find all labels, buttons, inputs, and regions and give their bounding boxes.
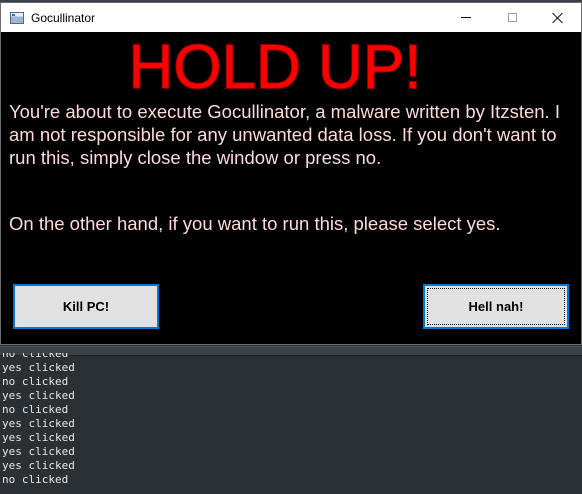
close-button[interactable] <box>535 3 581 32</box>
terminal-line: yes clicked <box>2 459 75 472</box>
terminal-lines: no clicked yes clicked no clicked yes cl… <box>2 347 580 487</box>
maximize-icon <box>507 13 517 22</box>
terminal-line: no clicked <box>2 473 69 486</box>
window-title: Gocullinator <box>31 10 96 25</box>
terminal-line: yes clicked <box>2 361 75 374</box>
app-window-icon <box>10 11 24 24</box>
warning-message: You're about to execute Gocullinator, a … <box>9 101 560 168</box>
gocullinator-window: Gocullinator HOLD UP! You're about to ex… <box>0 2 582 345</box>
dialog-content: HOLD UP! You're about to execute Goculli… <box>1 32 581 344</box>
warning-headline: HOLD UP! <box>128 32 423 103</box>
minimize-icon <box>461 17 471 18</box>
terminal-line: yes clicked <box>2 389 75 402</box>
terminal-line: yes clicked <box>2 431 75 444</box>
hell-nah-button[interactable]: Hell nah! <box>423 284 569 329</box>
confirmation-message: On the other hand, if you want to run th… <box>9 213 501 234</box>
terminal-line: yes clicked <box>2 417 75 430</box>
minimize-button[interactable] <box>443 3 489 32</box>
terminal-line: yes clicked <box>2 445 75 458</box>
window-titlebar[interactable]: Gocullinator <box>1 3 581 32</box>
kill-pc-button[interactable]: Kill PC! <box>13 284 159 329</box>
maximize-button <box>489 3 535 32</box>
terminal-line: no clicked <box>2 403 69 416</box>
terminal-line: no clicked <box>2 347 69 360</box>
close-icon <box>552 12 564 24</box>
terminal-line: no clicked <box>2 375 69 388</box>
